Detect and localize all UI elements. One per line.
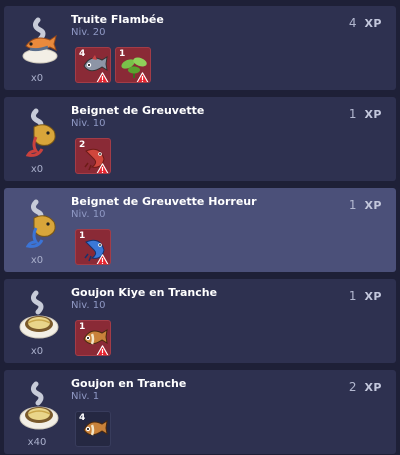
warning-icon	[96, 251, 109, 264]
recipe-xp: 1 XP	[349, 107, 382, 121]
xp-value: 1	[348, 198, 357, 212]
xp-value: 4	[348, 16, 357, 30]
xp-value: 1	[348, 289, 357, 303]
blue-shrimp-fritter-icon	[16, 198, 62, 250]
ingredient-count: 4	[79, 49, 86, 59]
ingredient-count: 4	[79, 413, 86, 423]
recipe-name: Goujon Kiye en Tranche	[71, 286, 218, 299]
recipe-name: Beignet de Greuvette Horreur	[71, 195, 257, 208]
recipe-xp: 1 XP	[349, 198, 382, 212]
ingredient-slot[interactable]: 2	[75, 138, 111, 174]
recipe-xp: 2 XP	[349, 380, 382, 394]
xp-label: XP	[364, 198, 382, 212]
xp-label: XP	[364, 380, 382, 394]
recipe-card[interactable]: x0 Beignet de Greuvette Niv. 10 1 XP 2	[4, 97, 396, 181]
xp-label: XP	[364, 107, 382, 121]
recipe-xp: 1 XP	[349, 289, 382, 303]
ingredient-slot[interactable]: 1	[75, 320, 111, 356]
xp-label: XP	[364, 289, 382, 303]
recipe-level: Niv. 10	[71, 118, 106, 129]
recipe-quantity: x0	[30, 73, 44, 84]
recipe-level: Niv. 10	[71, 300, 106, 311]
shrimp-fritter-icon	[16, 107, 62, 159]
recipe-level: Niv. 20	[71, 27, 106, 38]
ingredient-count: 1	[79, 322, 86, 332]
recipe-name: Goujon en Tranche	[71, 377, 187, 390]
warning-icon	[96, 160, 109, 173]
warning-icon	[96, 342, 109, 355]
recipe-card[interactable]: x0 Truite Flambée Niv. 20 4 XP 4 1	[4, 6, 396, 90]
recipe-quantity: x0	[30, 255, 44, 266]
recipe-card[interactable]: x0 Beignet de Greuvette Horreur Niv. 10 1 XP…	[4, 188, 396, 272]
ingredient-count: 2	[79, 140, 86, 150]
ingredient-slot[interactable]: 4	[75, 47, 111, 83]
recipe-xp: 4 XP	[349, 16, 382, 30]
recipe-card[interactable]: x0 Goujon Kiye en Tranche Niv. 10 1 XP 1	[4, 279, 396, 363]
ingredient-count: 1	[119, 49, 126, 59]
grilled-fish-icon	[16, 16, 62, 68]
recipe-list: x0 Truite Flambée Niv. 20 4 XP 4 1 x0 Beignet…	[0, 0, 400, 455]
fish-slice-icon	[16, 380, 62, 432]
recipe-quantity: x0	[30, 346, 44, 357]
warning-icon	[136, 69, 149, 82]
ingredient-slot[interactable]: 4	[75, 411, 111, 447]
ingredient-count: 1	[79, 231, 86, 241]
recipe-level: Niv. 10	[71, 209, 106, 220]
recipe-quantity: x0	[30, 164, 44, 175]
ingredient-slot[interactable]: 1	[75, 229, 111, 265]
xp-value: 1	[348, 107, 357, 121]
warning-icon	[96, 69, 109, 82]
recipe-name: Beignet de Greuvette	[71, 104, 205, 117]
fish-slice-icon	[16, 289, 62, 341]
recipe-quantity: x40	[27, 437, 47, 448]
xp-value: 2	[348, 380, 357, 394]
recipe-level: Niv. 1	[71, 391, 100, 402]
recipe-card[interactable]: x40 Goujon en Tranche Niv. 1 2 XP 4	[4, 370, 396, 454]
recipe-name: Truite Flambée	[71, 13, 164, 26]
ingredient-slot[interactable]: 1	[115, 47, 151, 83]
xp-label: XP	[364, 16, 382, 30]
